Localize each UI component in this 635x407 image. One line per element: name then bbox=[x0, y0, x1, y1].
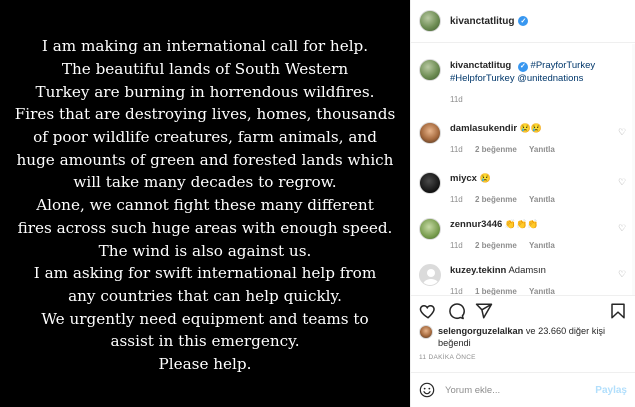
comment-item: zennur3446 👏👏👏 11d 2 beğenme Yanıtla ♡ bbox=[419, 218, 629, 252]
post-text-line: The wind is also against us. bbox=[98, 241, 312, 260]
heart-icon[interactable] bbox=[419, 302, 437, 320]
action-bar bbox=[411, 295, 635, 328]
comment-likes[interactable]: 2 beğenme bbox=[475, 241, 517, 250]
avatar[interactable] bbox=[419, 59, 441, 81]
reply-button[interactable]: Yanıtla bbox=[529, 145, 555, 154]
header-username[interactable]: kivanctatlitug bbox=[450, 16, 514, 27]
post-text: I am making an international call for he… bbox=[4, 31, 406, 376]
comment-text: 😢 bbox=[479, 173, 491, 183]
comments-list[interactable]: kivanctatlitug ✓ #PrayforTurkey #Helpfor… bbox=[411, 44, 635, 295]
avatar[interactable] bbox=[419, 10, 441, 32]
post-header: kivanctatlitug ✓ bbox=[411, 0, 635, 43]
avatar[interactable] bbox=[419, 264, 441, 286]
comment-likes[interactable]: 2 beğenme bbox=[475, 145, 517, 154]
comment-text: Adamsın bbox=[508, 265, 546, 276]
post-text-line: will take many decades to regrow. bbox=[73, 173, 337, 192]
comment-icon[interactable] bbox=[447, 302, 465, 320]
bookmark-icon[interactable] bbox=[609, 302, 627, 320]
avatar[interactable] bbox=[419, 122, 441, 144]
likes-summary: selengorguzelalkan ve 23.660 diğer kişi … bbox=[419, 325, 633, 349]
reply-button[interactable]: Yanıtla bbox=[529, 287, 555, 295]
smiley-icon[interactable] bbox=[419, 382, 435, 398]
comment-username[interactable]: miycx bbox=[450, 173, 477, 184]
post-side-panel: kivanctatlitug ✓ kivanctatlitug ✓ #Prayf… bbox=[410, 0, 635, 407]
post-text-line: fires across such huge areas with enough… bbox=[17, 218, 393, 237]
share-icon[interactable] bbox=[475, 302, 493, 320]
post-text-line: any countries that can help quickly. bbox=[68, 286, 342, 305]
comment-username[interactable]: zennur3446 bbox=[450, 219, 502, 230]
post-text-line: Alone, we cannot fight these many differ… bbox=[36, 196, 374, 215]
post-time[interactable]: 11 DAKİKA ÖNCE bbox=[419, 354, 476, 361]
comment-likes[interactable]: 2 beğenme bbox=[475, 195, 517, 204]
avatar[interactable] bbox=[419, 325, 433, 339]
post-text-line: Fires that are destroying lives, homes, … bbox=[14, 105, 396, 124]
post-text-line: The beautiful lands of South Western bbox=[61, 59, 349, 78]
post-text-line: I am making an international call for he… bbox=[41, 37, 369, 56]
caption: kivanctatlitug ✓ #PrayforTurkey #Helpfor… bbox=[419, 59, 629, 106]
post-text-line: Please help. bbox=[158, 355, 252, 374]
heart-icon[interactable]: ♡ bbox=[618, 224, 627, 233]
comment-item: damlasukendir 😢😢 11d 2 beğenme Yanıtla ♡ bbox=[419, 122, 629, 156]
post-text-line: Turkey are burning in horrendous wildfir… bbox=[35, 82, 375, 101]
comment-input[interactable] bbox=[445, 384, 596, 396]
liker-username[interactable]: selengorguzelalkan bbox=[438, 326, 523, 336]
comment-age[interactable]: 11d bbox=[450, 145, 463, 154]
post-text-line: I am asking for swift international help… bbox=[33, 264, 377, 283]
comment-box: Paylaş bbox=[411, 372, 635, 407]
comment-item: miycx 😢 11d 2 beğenme Yanıtla ♡ bbox=[419, 172, 629, 206]
post-text-line: of poor wildlife creatures, farm animals… bbox=[33, 128, 377, 147]
comment-likes[interactable]: 1 beğenme bbox=[475, 287, 517, 295]
heart-icon[interactable]: ♡ bbox=[618, 270, 627, 279]
heart-icon[interactable]: ♡ bbox=[618, 178, 627, 187]
verified-icon: ✓ bbox=[517, 61, 528, 72]
caption-age[interactable]: 11d bbox=[450, 95, 463, 104]
avatar[interactable] bbox=[419, 172, 441, 194]
comment-age[interactable]: 11d bbox=[450, 241, 463, 250]
post-text-line: assist in this emergency. bbox=[110, 332, 300, 351]
comment-text: 👏👏👏 bbox=[504, 219, 539, 229]
reply-button[interactable]: Yanıtla bbox=[529, 195, 555, 204]
comment-age[interactable]: 11d bbox=[450, 195, 463, 204]
verified-icon: ✓ bbox=[518, 16, 529, 26]
avatar[interactable] bbox=[419, 218, 441, 240]
comment-username[interactable]: damlasukendir bbox=[450, 123, 517, 134]
comment-text: 😢😢 bbox=[519, 123, 543, 133]
post-comment-button[interactable]: Paylaş bbox=[595, 385, 627, 396]
post-text-line: huge amounts of green and forested lands… bbox=[16, 150, 394, 169]
heart-icon[interactable]: ♡ bbox=[618, 128, 627, 137]
caption-username[interactable]: kivanctatlitug bbox=[450, 60, 511, 71]
comment-age[interactable]: 11d bbox=[450, 287, 463, 295]
post-text-line: We urgently need equipment and teams to bbox=[41, 309, 369, 328]
comment-item: kuzey.tekinn Adamsın 11d 1 beğenme Yanıt… bbox=[419, 264, 629, 295]
reply-button[interactable]: Yanıtla bbox=[529, 241, 555, 250]
comment-username[interactable]: kuzey.tekinn bbox=[450, 265, 506, 276]
post-image: I am making an international call for he… bbox=[0, 0, 410, 407]
